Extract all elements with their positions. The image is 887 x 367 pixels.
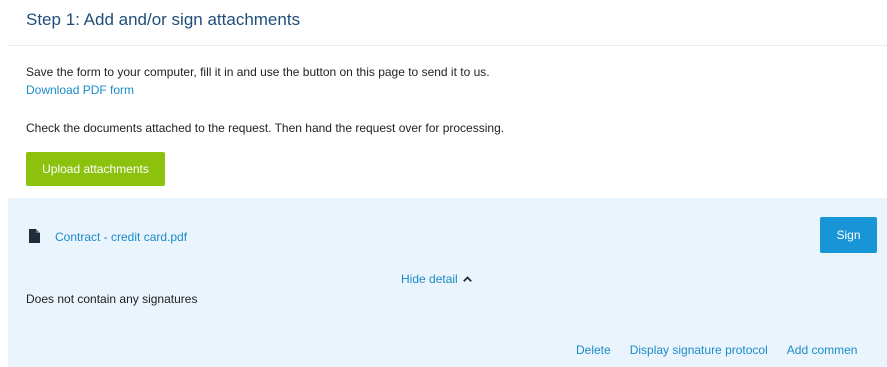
upload-attachments-button[interactable]: Upload attachments (26, 152, 165, 186)
download-pdf-link[interactable]: Download PDF form (26, 83, 134, 97)
hide-detail-toggle[interactable]: Hide detail (401, 272, 472, 286)
file-icon (29, 229, 40, 243)
sign-button[interactable]: Sign (820, 217, 877, 253)
delete-link[interactable]: Delete (576, 343, 611, 357)
display-signature-protocol-link[interactable]: Display signature protocol (630, 343, 768, 357)
attachment-actions: Delete Display signature protocol Add co… (576, 343, 857, 357)
step-title: Step 1: Add and/or sign attachments (26, 10, 301, 29)
hide-detail-label: Hide detail (401, 272, 458, 286)
instructions-text: Save the form to your computer, fill it … (26, 65, 490, 79)
signature-status: Does not contain any signatures (26, 292, 198, 306)
attachment-file-link[interactable]: Contract - credit card.pdf (55, 230, 187, 244)
divider (8, 45, 887, 46)
attachments-step-page: Step 1: Add and/or sign attachments Save… (0, 0, 887, 367)
check-documents-text: Check the documents attached to the requ… (26, 121, 505, 135)
chevron-up-icon (462, 276, 472, 282)
add-comment-link[interactable]: Add commen (787, 343, 858, 357)
